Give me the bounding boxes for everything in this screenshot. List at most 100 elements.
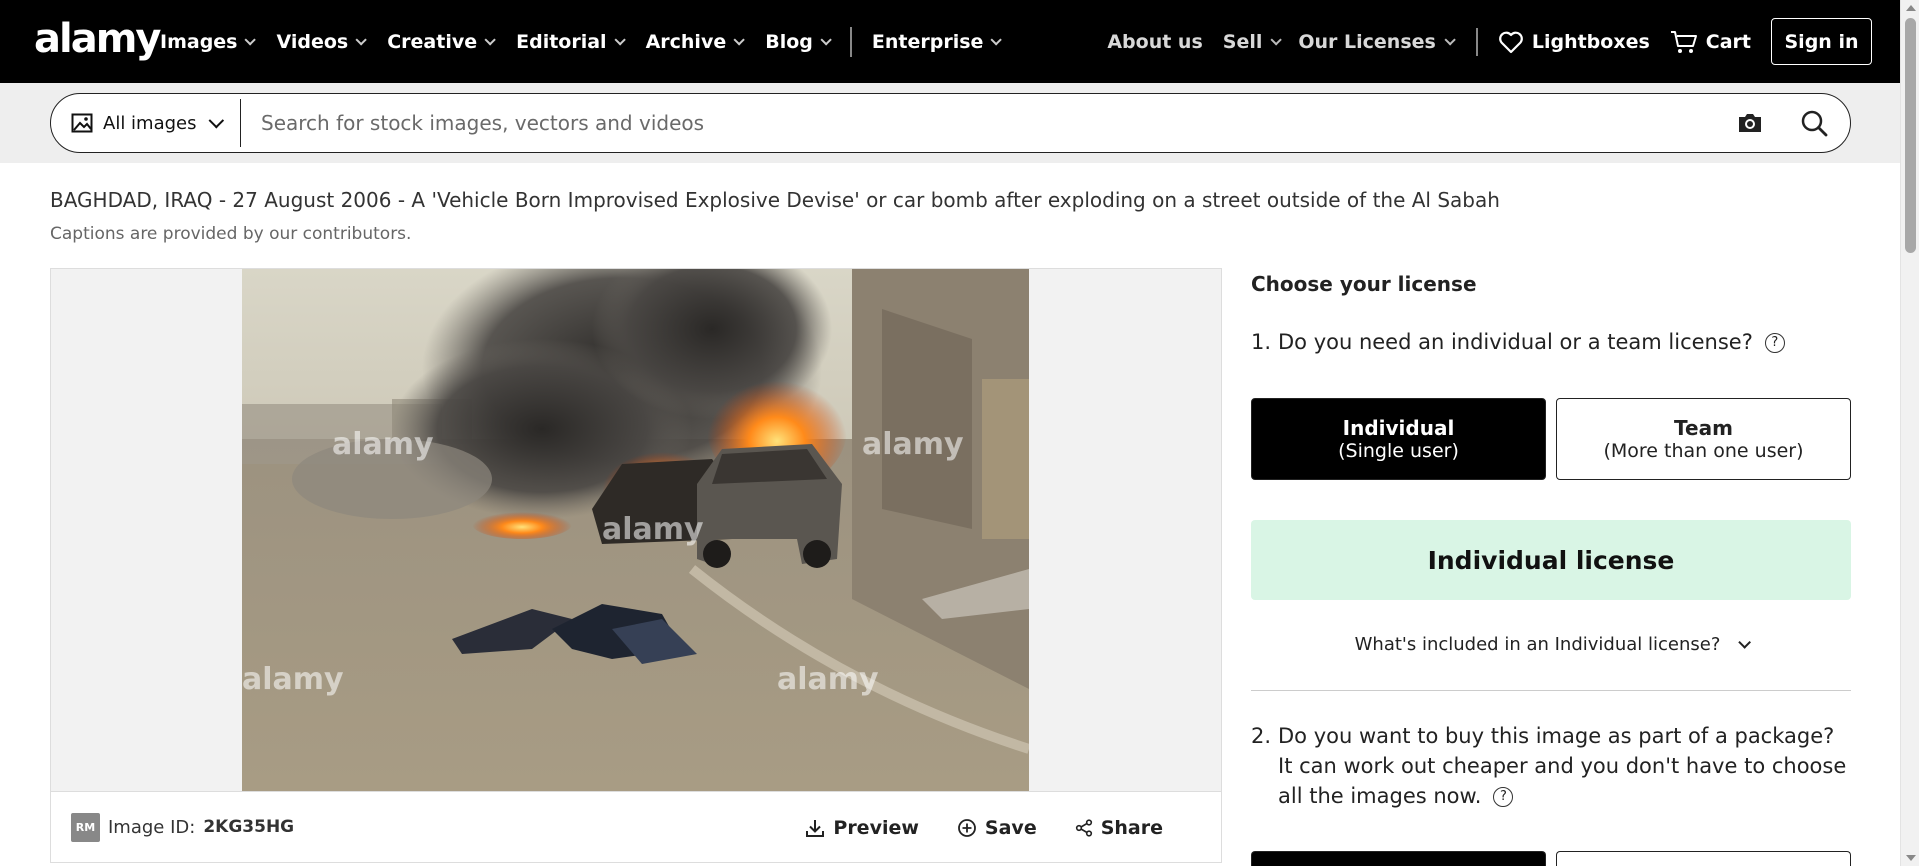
license-panel: Choose your license 1. Do you need an in… <box>1251 268 1851 866</box>
watermark: alamy <box>242 662 344 697</box>
help-icon[interactable]: ? <box>1493 787 1514 807</box>
individual-license-option[interactable]: Individual (Single user) <box>1251 398 1546 480</box>
divider <box>1251 690 1851 691</box>
account-nav: About us Sell Our Licenses Lightboxes Ca… <box>1107 0 1900 83</box>
nav-blog-label: Blog <box>765 30 813 53</box>
image-icon <box>71 113 93 133</box>
image-id-value: 2KG35HG <box>203 817 295 837</box>
nav-lightboxes-label: Lightboxes <box>1531 30 1650 53</box>
chevron-down-icon <box>733 33 745 46</box>
page-scrollbar[interactable] <box>1900 0 1919 866</box>
nav-creative[interactable]: Creative <box>387 30 496 53</box>
scroll-down-arrow[interactable] <box>1906 855 1916 861</box>
nav-editorial-label: Editorial <box>516 30 607 53</box>
option-title: Individual <box>1342 416 1455 440</box>
license-type-options: Individual (Single user) Team (More than… <box>1251 398 1851 480</box>
chevron-down-icon <box>1444 33 1456 46</box>
nav-editorial[interactable]: Editorial <box>516 30 626 53</box>
option-title: Team <box>1674 416 1733 440</box>
package-options <box>1251 851 1851 866</box>
cart-icon <box>1670 30 1697 53</box>
license-details-label: What's included in an Individual license… <box>1354 634 1721 655</box>
license-question-1: 1. Do you need an individual or a team l… <box>1251 327 1785 357</box>
search-type-dropdown[interactable]: All images <box>51 99 241 147</box>
nav-our-licenses[interactable]: Our Licenses <box>1298 30 1456 53</box>
nav-enterprise-label: Enterprise <box>871 30 984 53</box>
watermark: alamy <box>777 662 879 697</box>
team-license-option[interactable]: Team (More than one user) <box>1556 398 1851 480</box>
preview-button[interactable]: Preview <box>805 817 919 839</box>
nav-cart[interactable]: Cart <box>1670 29 1751 55</box>
search-actions <box>1700 109 1850 137</box>
search-bar-area: All images <box>0 83 1900 163</box>
camera-icon <box>1739 114 1761 132</box>
watermark: alamy <box>862 427 964 462</box>
nav-sell-label: Sell <box>1222 30 1263 53</box>
option-subtitle: (Single user) <box>1338 440 1459 462</box>
search-box: All images <box>50 93 1851 153</box>
search-input[interactable] <box>241 111 1700 135</box>
chevron-down-icon <box>820 33 832 46</box>
nav-blog[interactable]: Blog <box>765 30 832 53</box>
chevron-down-icon <box>614 33 626 46</box>
help-icon[interactable]: ? <box>1764 333 1785 353</box>
chevron-down-icon <box>209 112 225 128</box>
image-id-label: Image ID: <box>108 816 196 838</box>
share-label: Share <box>1100 816 1163 839</box>
chevron-down-icon <box>1738 636 1752 649</box>
nav-videos[interactable]: Videos <box>276 30 367 53</box>
search-type-label: All images <box>103 112 197 134</box>
main-photo[interactable]: alamy alamy alamy alamy alamy <box>242 269 1029 791</box>
nav-lightboxes[interactable]: Lightboxes <box>1498 30 1650 54</box>
scroll-thumb[interactable] <box>1905 18 1916 253</box>
selected-license-box: Individual license <box>1251 520 1851 600</box>
chevron-down-icon <box>355 33 367 46</box>
nav-about-us[interactable]: About us <box>1107 31 1202 53</box>
nav-cart-label: Cart <box>1705 30 1751 53</box>
nav-divider <box>849 26 852 57</box>
download-icon <box>806 819 825 837</box>
package-option-selected[interactable] <box>1251 851 1546 866</box>
nav-licenses-label: Our Licenses <box>1298 30 1436 53</box>
nav-archive-label: Archive <box>645 30 727 53</box>
chevron-down-icon <box>244 33 257 46</box>
scroll-up-arrow[interactable] <box>1906 5 1916 11</box>
nav-images-label: Images <box>160 30 238 53</box>
sign-in-button[interactable]: Sign in <box>1771 18 1872 65</box>
question-text: Do you want to buy this image as part of… <box>1278 724 1847 808</box>
nav-enterprise[interactable]: Enterprise <box>871 30 1003 53</box>
search-button[interactable] <box>1800 109 1828 137</box>
nav-images[interactable]: Images <box>160 30 257 53</box>
image-caption: BAGHDAD, IRAQ - 27 August 2006 - A 'Vehi… <box>50 188 1500 212</box>
top-navigation: alamy Images Videos Creative Editorial A… <box>0 0 1900 83</box>
photo-illustration: alamy alamy alamy alamy alamy <box>242 269 1029 791</box>
save-button[interactable]: Save <box>957 817 1037 839</box>
image-viewer: alamy alamy alamy alamy alamy RM Image I… <box>50 268 1222 863</box>
save-label: Save <box>984 816 1037 839</box>
package-option[interactable] <box>1556 851 1851 866</box>
license-title: Choose your license <box>1251 272 1477 296</box>
alamy-logo[interactable]: alamy <box>34 14 161 64</box>
question-text: Do you need an individual or a team lice… <box>1278 330 1753 354</box>
image-actions: Preview Save Share <box>767 792 1163 863</box>
share-icon <box>1075 818 1092 837</box>
plus-circle-icon <box>958 818 976 837</box>
camera-search-button[interactable] <box>1736 111 1764 135</box>
share-button[interactable]: Share <box>1075 817 1163 839</box>
nav-sell[interactable]: Sell <box>1222 30 1283 53</box>
question-number: 2. <box>1251 724 1272 748</box>
nav-archive[interactable]: Archive <box>645 30 745 53</box>
question-number: 1. <box>1251 330 1272 354</box>
preview-label: Preview <box>833 816 919 839</box>
chevron-down-icon <box>1270 33 1283 46</box>
license-details-toggle[interactable]: What's included in an Individual license… <box>1251 634 1851 655</box>
nav-creative-label: Creative <box>387 30 478 53</box>
heart-icon <box>1498 31 1523 53</box>
search-icon <box>1801 110 1828 137</box>
image-footer: RM Image ID: 2KG35HG Preview Save Share <box>51 791 1221 862</box>
watermark: alamy <box>332 427 434 462</box>
nav-divider <box>1475 27 1478 56</box>
chevron-down-icon <box>990 33 1003 46</box>
nav-videos-label: Videos <box>276 30 349 53</box>
caption-note: Captions are provided by our contributor… <box>50 224 412 244</box>
